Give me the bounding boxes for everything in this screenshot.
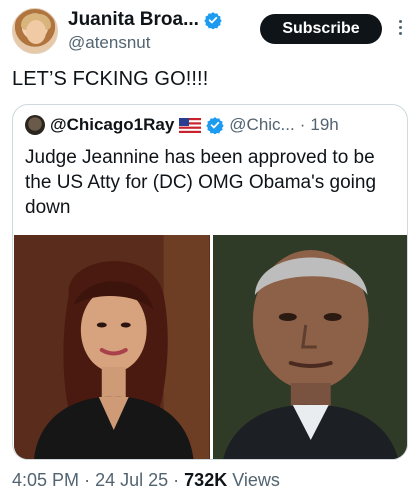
tweet-time[interactable]: 4:05 PM bbox=[12, 470, 79, 490]
author-avatar[interactable] bbox=[12, 8, 58, 54]
tweet-text: LET’S FCKING GO!!!! bbox=[12, 68, 209, 90]
us-flag-icon bbox=[179, 117, 202, 133]
meta-separator: · bbox=[84, 470, 91, 490]
meta-separator: · bbox=[173, 470, 180, 490]
verified-badge-icon bbox=[204, 12, 222, 29]
quote-tweet-card[interactable]: @Chicago1Ray @Chic... · 19h Judge Jeanni… bbox=[12, 104, 408, 460]
views-count[interactable]: 732K bbox=[184, 470, 227, 490]
more-dot bbox=[398, 19, 402, 23]
photo-woman-art bbox=[14, 235, 210, 459]
quote-media bbox=[14, 235, 407, 459]
more-vertical-icon[interactable] bbox=[395, 14, 405, 40]
quote-header: @Chicago1Ray @Chic... · 19h bbox=[25, 115, 339, 135]
quote-author-handle[interactable]: @Chic... bbox=[229, 115, 294, 135]
tweet-header: Juanita Broa... @atensnut Subscribe bbox=[12, 8, 412, 60]
quote-separator: · bbox=[299, 115, 306, 134]
photo-man-art bbox=[212, 235, 407, 459]
author-handle[interactable]: @atensnut bbox=[68, 33, 150, 53]
author-name-row: Juanita Broa... bbox=[68, 9, 222, 31]
tweet-meta: 4:05 PM · 24 Jul 25 · 732K Views bbox=[12, 470, 280, 491]
more-dot bbox=[398, 31, 402, 35]
more-dot bbox=[398, 25, 402, 29]
subscribe-button[interactable]: Subscribe bbox=[260, 14, 382, 44]
author-display-name[interactable]: Juanita Broa... bbox=[68, 9, 199, 31]
photo-man-portrait[interactable] bbox=[212, 235, 407, 459]
quote-text: Judge Jeannine has been approved to be t… bbox=[25, 147, 377, 218]
quote-timestamp[interactable]: 19h bbox=[310, 115, 338, 135]
tweet-date[interactable]: 24 Jul 25 bbox=[95, 470, 168, 490]
photo-woman-portrait[interactable] bbox=[14, 235, 210, 459]
avatar-face bbox=[26, 20, 46, 44]
verified-badge-icon bbox=[206, 117, 224, 134]
views-label: Views bbox=[232, 470, 280, 490]
quote-author-name[interactable]: @Chicago1Ray bbox=[50, 115, 174, 135]
quote-author-avatar[interactable] bbox=[25, 115, 45, 135]
